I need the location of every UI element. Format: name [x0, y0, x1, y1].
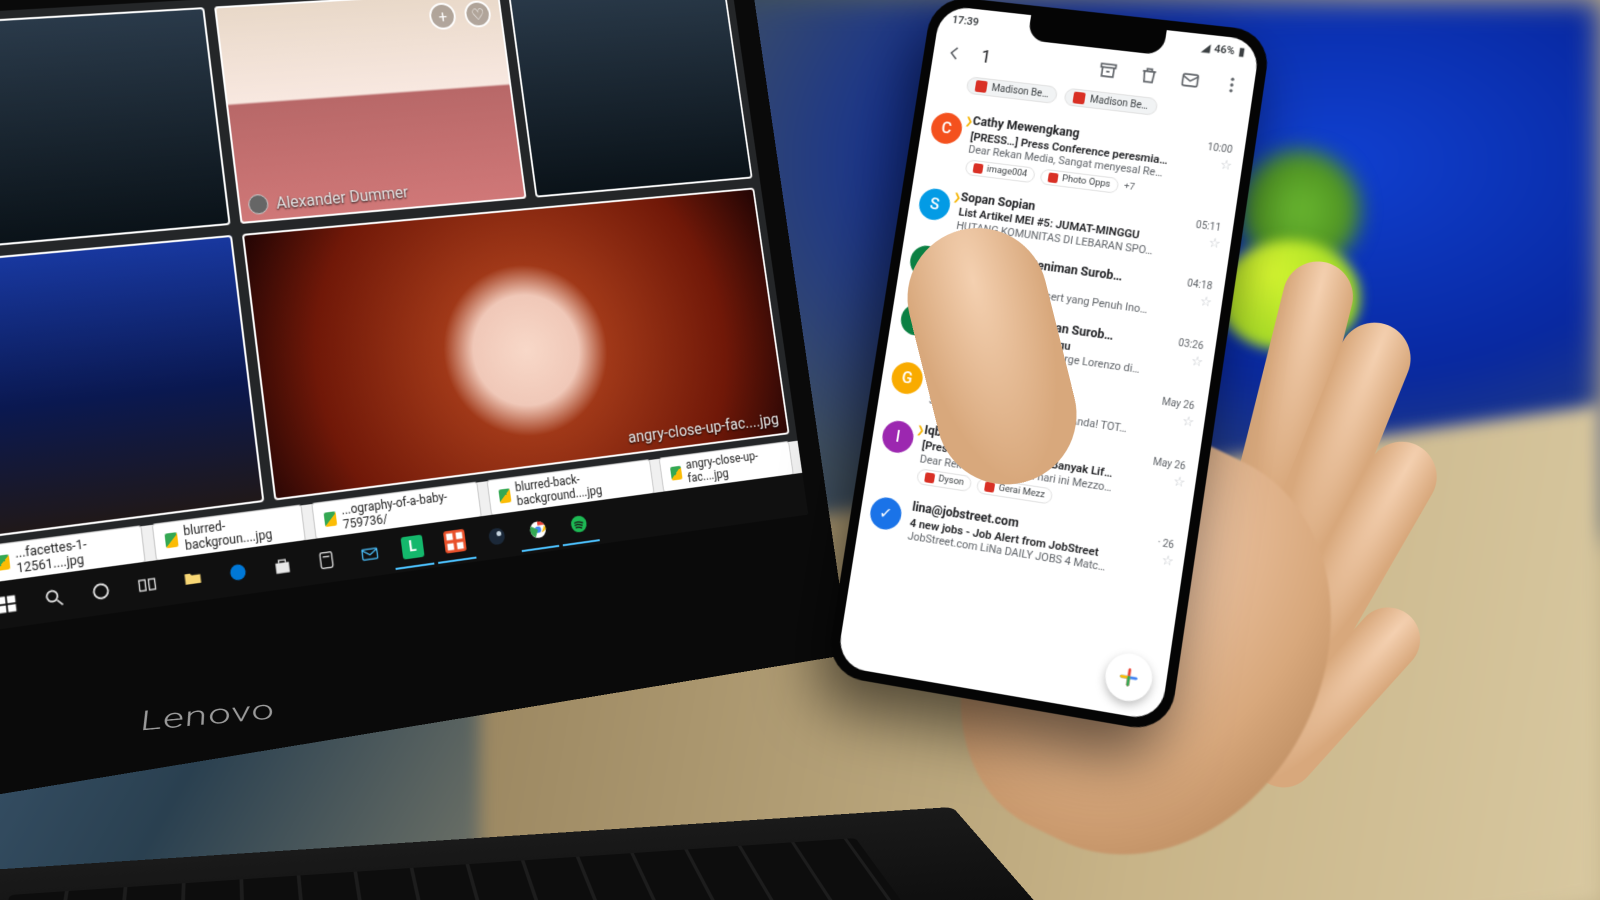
- gallery-tile[interactable]: [508, 0, 753, 198]
- calculator-icon[interactable]: [304, 539, 348, 581]
- file-icon: [1048, 172, 1059, 183]
- image-file-icon: [670, 466, 682, 481]
- file-icon: [973, 163, 984, 174]
- sender-avatar: ✓: [868, 496, 904, 532]
- archive-icon[interactable]: [1092, 56, 1123, 86]
- battery-icon: ▮: [1238, 45, 1246, 58]
- signal-icon: ◢: [1201, 41, 1211, 55]
- clipboard-app-icon[interactable]: [433, 521, 476, 564]
- author-name: Alexander Dummer: [275, 182, 409, 212]
- task-view-icon[interactable]: [124, 563, 170, 607]
- file-icon: [1073, 92, 1086, 105]
- back-icon[interactable]: [939, 38, 970, 68]
- chrome-icon[interactable]: [517, 509, 559, 552]
- steam-icon[interactable]: [476, 516, 518, 557]
- star-icon[interactable]: ☆: [1219, 158, 1233, 175]
- mail-icon[interactable]: [1174, 65, 1206, 95]
- image-file-icon: [498, 488, 511, 503]
- file-icon: [975, 80, 988, 93]
- scene: + ♡ Alexander Dummer angry-close-up-fac.…: [0, 0, 1600, 900]
- battery-text: 46%: [1213, 42, 1235, 57]
- tile-author: Alexander Dummer: [247, 182, 409, 216]
- app-l-icon[interactable]: L: [391, 526, 435, 570]
- sender-avatar: C: [929, 111, 964, 145]
- file-explorer-icon[interactable]: [170, 557, 216, 600]
- file-icon: [924, 473, 935, 484]
- image-file-icon: [0, 554, 10, 571]
- search-icon[interactable]: [30, 576, 77, 620]
- edge-icon[interactable]: [215, 551, 260, 594]
- star-icon[interactable]: ☆: [1181, 414, 1195, 432]
- star-icon[interactable]: ☆: [1190, 354, 1204, 372]
- email-time: · 26: [1156, 538, 1174, 553]
- sender-avatar: S: [917, 187, 952, 222]
- author-avatar: [247, 194, 269, 216]
- gallery-tile[interactable]: [0, 7, 231, 250]
- heart-icon[interactable]: ♡: [463, 0, 492, 28]
- start-button[interactable]: [0, 582, 30, 627]
- image-file-icon: [324, 511, 338, 527]
- hand-holding-phone: 17:39 ◢ 46% ▮ 1 Ma: [731, 0, 1408, 900]
- star-icon[interactable]: ☆: [1172, 474, 1186, 492]
- spotify-icon[interactable]: [558, 504, 600, 546]
- cortana-icon[interactable]: [78, 569, 125, 613]
- tile-filename: angry-close-up-fac....jpg: [627, 410, 780, 447]
- sender-avatar: G: [889, 360, 924, 396]
- add-icon[interactable]: +: [428, 2, 458, 30]
- sender-avatar: I: [880, 419, 915, 455]
- star-icon[interactable]: ☆: [1199, 295, 1213, 313]
- store-icon[interactable]: [260, 545, 305, 588]
- status-time: 17:39: [951, 13, 980, 28]
- image-file-icon: [165, 532, 179, 548]
- mail-icon[interactable]: [348, 533, 392, 575]
- star-icon[interactable]: ☆: [1160, 553, 1174, 571]
- gallery-tile-baby[interactable]: + ♡ Alexander Dummer: [214, 0, 527, 224]
- gallery-tile-people[interactable]: [0, 235, 264, 539]
- star-icon[interactable]: ☆: [1208, 235, 1222, 253]
- delete-icon[interactable]: [1133, 60, 1165, 90]
- selection-count: 1: [980, 46, 993, 67]
- more-icon[interactable]: [1216, 70, 1248, 101]
